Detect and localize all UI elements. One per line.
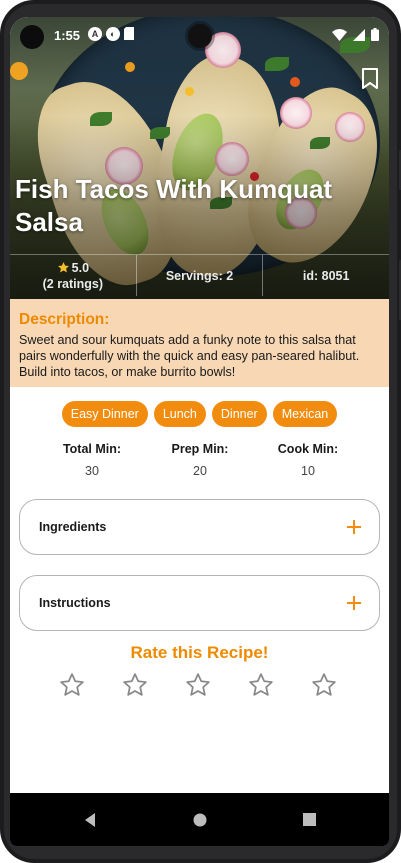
servings-stat: Servings: 2	[137, 255, 264, 296]
total-time: Total Min: 30	[52, 442, 132, 478]
rate-recipe-title: Rate this Recipe!	[130, 643, 269, 662]
rating-count: (2 ratings)	[42, 276, 104, 291]
instructions-label: Instructions	[39, 596, 111, 610]
status-bar: 1:55 A ◐	[10, 17, 389, 53]
camera-cutout	[20, 25, 44, 49]
signal-icon	[353, 28, 365, 41]
home-icon[interactable]	[193, 813, 207, 827]
assistant-icon: ◐	[106, 27, 120, 41]
rating-stars	[59, 672, 337, 698]
description-section: Description: Sweet and sour kumquats add…	[10, 299, 389, 387]
rating-stat: 5.0 (2 ratings)	[10, 255, 137, 296]
recents-icon[interactable]	[303, 813, 316, 826]
cook-time-value: 10	[301, 464, 315, 478]
tag-chip[interactable]: Mexican	[272, 401, 338, 427]
sd-card-icon	[124, 27, 134, 40]
prep-time-label: Prep Min:	[171, 442, 229, 456]
tag-chip[interactable]: Dinner	[211, 401, 267, 427]
status-time: 1:55	[54, 28, 81, 43]
servings-text: Servings: 2	[165, 268, 234, 283]
app-screen: 1:55 A ◐ Fish Tacos With Kumquat Salsa 5…	[10, 17, 389, 846]
total-time-value: 30	[85, 464, 99, 478]
total-time-label: Total Min:	[62, 442, 122, 456]
tag-list: Easy Dinner Lunch Dinner Mexican	[10, 401, 389, 427]
prep-time: Prep Min: 20	[160, 442, 240, 478]
bookmark-icon[interactable]	[360, 67, 380, 91]
star-outline-icon[interactable]	[59, 672, 85, 698]
accessibility-icon: A	[88, 27, 102, 41]
expand-plus-icon[interactable]	[347, 596, 361, 610]
ingredients-label: Ingredients	[39, 520, 107, 534]
system-navigation-bar	[10, 793, 389, 846]
prep-time-value: 20	[193, 464, 207, 478]
instructions-accordion[interactable]: Instructions	[19, 575, 380, 631]
recipe-id-text: id: 8051	[302, 268, 350, 283]
star-outline-icon[interactable]	[185, 672, 211, 698]
recipe-title: Fish Tacos With Kumquat Salsa	[15, 174, 333, 237]
ingredients-accordion[interactable]: Ingredients	[19, 499, 380, 555]
star-outline-icon[interactable]	[311, 672, 337, 698]
tag-chip[interactable]: Easy Dinner	[61, 401, 148, 427]
star-filled-icon	[57, 262, 69, 273]
star-outline-icon[interactable]	[248, 672, 274, 698]
description-text: Sweet and sour kumquats add a funky note…	[19, 333, 360, 379]
id-stat: id: 8051	[263, 255, 389, 296]
rating-value: 5.0	[71, 260, 90, 275]
tag-chip[interactable]: Lunch	[153, 401, 206, 427]
star-outline-icon[interactable]	[122, 672, 148, 698]
expand-plus-icon[interactable]	[347, 520, 361, 534]
recipe-stats-bar: 5.0 (2 ratings) Servings: 2 id: 8051	[10, 254, 389, 296]
time-summary: Total Min: 30 Prep Min: 20 Cook Min: 10	[10, 442, 389, 478]
back-icon[interactable]	[83, 812, 97, 828]
cook-time: Cook Min: 10	[268, 442, 348, 478]
cook-time-label: Cook Min:	[277, 442, 339, 456]
description-label: Description:	[19, 311, 110, 328]
battery-icon	[371, 28, 379, 41]
wifi-icon	[332, 28, 347, 41]
phone-frame: 1:55 A ◐ Fish Tacos With Kumquat Salsa 5…	[0, 0, 401, 863]
front-camera	[188, 24, 212, 48]
